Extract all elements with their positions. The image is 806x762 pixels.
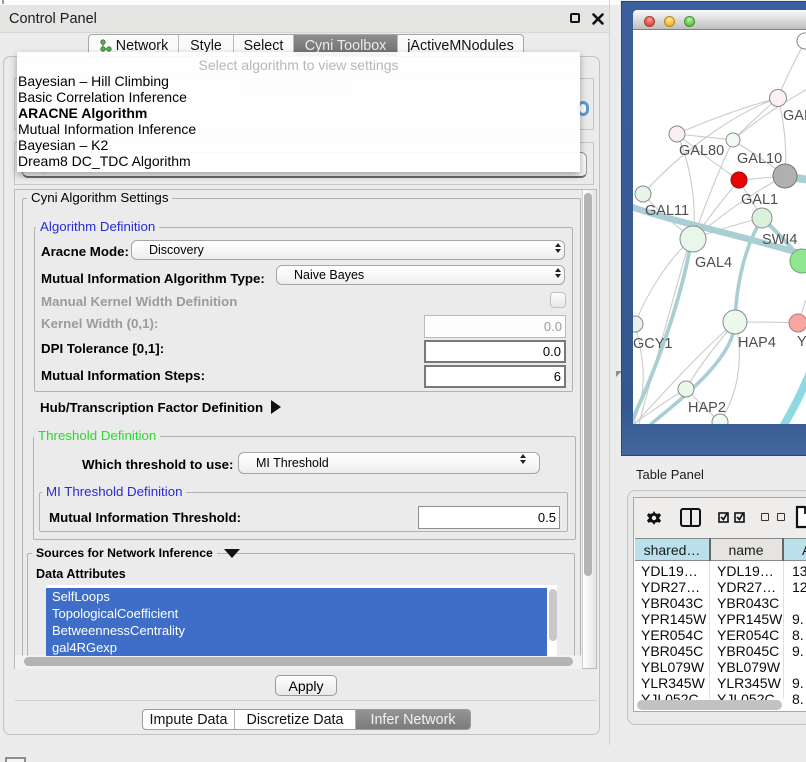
svg-text:HAP2: HAP2	[688, 400, 726, 416]
svg-text:GAL11: GAL11	[645, 203, 689, 219]
svg-text:GAL1: GAL1	[741, 192, 778, 208]
svg-text:GAL10: GAL10	[737, 151, 782, 167]
svg-text:GAL80: GAL80	[679, 143, 724, 159]
svg-text:Y: Y	[797, 334, 806, 350]
svg-text:SWI4: SWI4	[762, 232, 797, 248]
svg-text:GAL4: GAL4	[695, 255, 732, 271]
svg-text:GAL: GAL	[783, 108, 806, 124]
svg-text:HAP4: HAP4	[738, 335, 776, 351]
svg-text:GCY1: GCY1	[633, 336, 673, 352]
